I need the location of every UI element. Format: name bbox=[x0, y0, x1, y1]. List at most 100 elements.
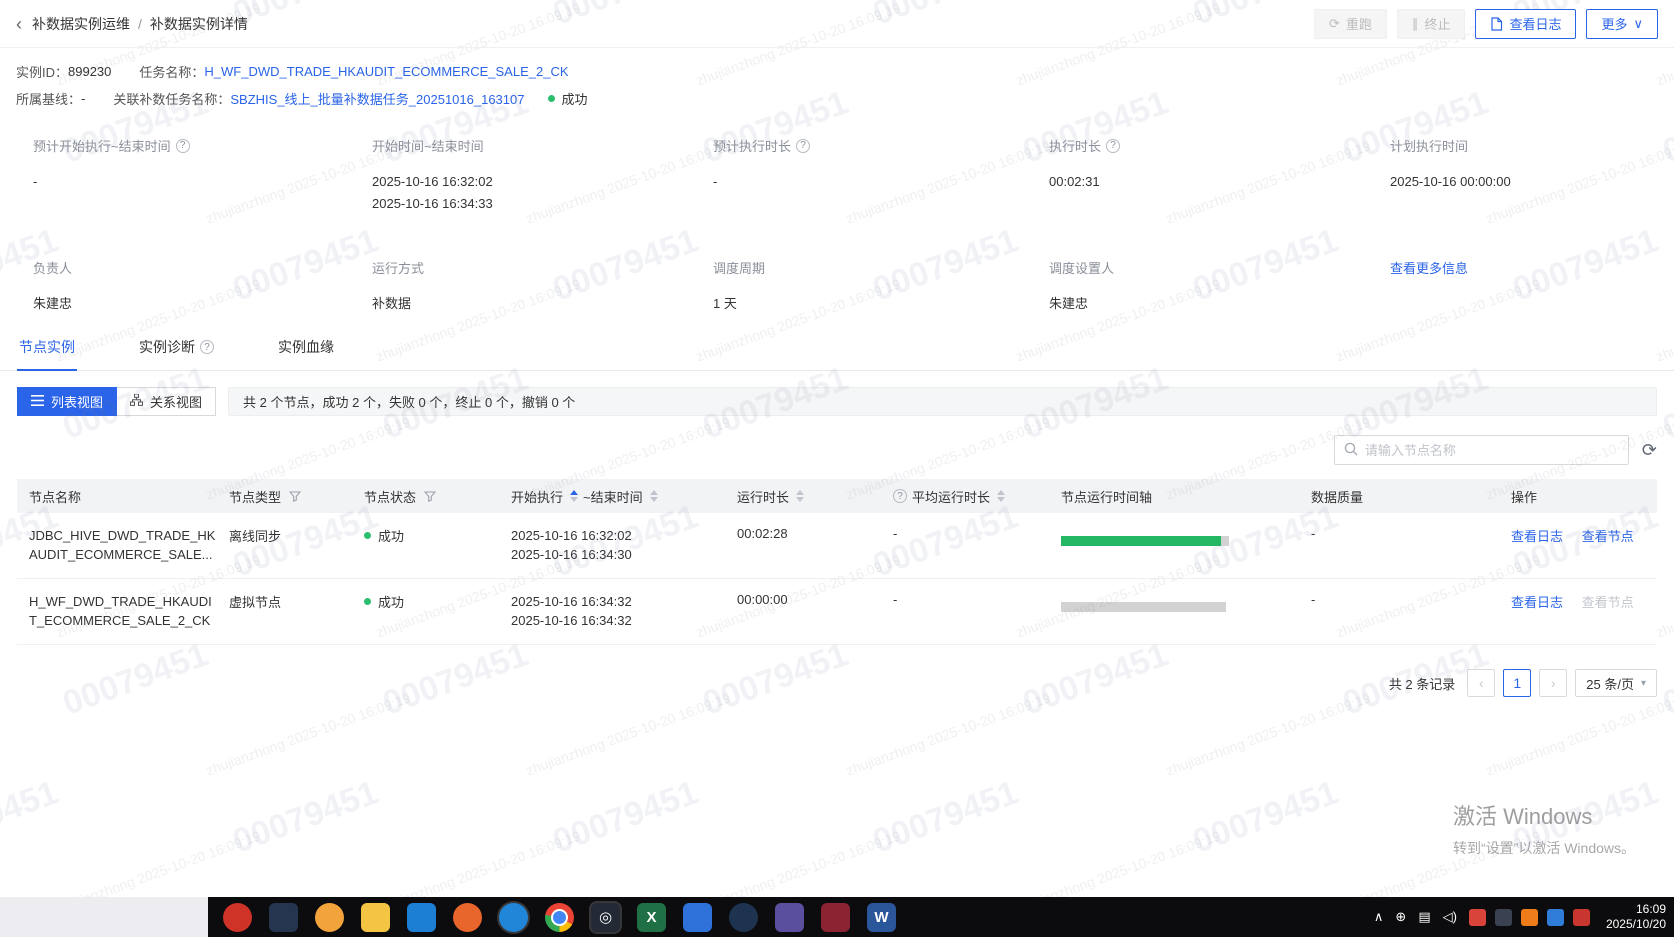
sort-icon[interactable] bbox=[570, 490, 579, 502]
help-icon[interactable]: ? bbox=[200, 340, 214, 354]
edge-icon[interactable] bbox=[499, 902, 528, 932]
run-timeline-bar bbox=[1061, 536, 1229, 546]
firefox-icon[interactable] bbox=[453, 902, 482, 932]
rerun-button[interactable]: ⟳ 重跑 bbox=[1314, 8, 1387, 39]
node-table: 节点名称 节点类型 节点状态 开始执行 ~结束时间 运行时长 ? 平均运行时长 … bbox=[17, 479, 1657, 645]
task-name-link[interactable]: H_WF_DWD_TRADE_HKAUDIT_ECOMMERCE_SALE_2_… bbox=[204, 64, 568, 79]
field-value: 补数据 bbox=[372, 296, 412, 311]
view-log-label: 查看日志 bbox=[1509, 17, 1562, 32]
file-explorer-icon[interactable] bbox=[361, 902, 390, 932]
help-icon[interactable]: ? bbox=[893, 489, 907, 503]
tab-label: 实例诊断 bbox=[139, 339, 195, 355]
app-dark-round-icon[interactable] bbox=[729, 902, 758, 932]
network-icon[interactable]: ⊕ bbox=[1395, 909, 1406, 925]
vscode-icon[interactable] bbox=[407, 902, 436, 932]
back-icon[interactable]: ‹ bbox=[16, 15, 22, 33]
prev-page-button[interactable]: ‹ bbox=[1467, 669, 1496, 697]
node-type: 离线同步 bbox=[229, 529, 282, 544]
view-log-link[interactable]: 查看日志 bbox=[1511, 529, 1563, 544]
field-run-mode: 运行方式 补数据 bbox=[372, 258, 713, 315]
info-panel: 预计开始执行~结束时间? - 开始时间~结束时间 2025-10-16 16:3… bbox=[0, 136, 1674, 315]
view-log-button[interactable]: 查看日志 bbox=[1475, 8, 1577, 39]
watermark-stamp-text: zhujianzhong 2025-10-20 16:09:19 bbox=[1163, 689, 1373, 779]
detail-tabs: 节点实例 实例诊断? 实例血缘 bbox=[0, 329, 1674, 371]
breadcrumb-parent[interactable]: 补数据实例运维 bbox=[32, 14, 130, 34]
tray-app-dark[interactable] bbox=[1494, 908, 1512, 926]
col-duration: 运行时长 bbox=[737, 489, 790, 505]
baseline-label: 所属基线： bbox=[16, 92, 82, 107]
terminate-button[interactable]: ∥ 终止 bbox=[1396, 8, 1466, 39]
sort-icon[interactable] bbox=[649, 490, 658, 502]
col-node-type: 节点类型 bbox=[229, 489, 282, 505]
watermark-stamp-text: zhujianzhong 2025-10-20 16:09:19 bbox=[1653, 827, 1674, 897]
pagination: 共 2 条记录 ‹ 1 › 25 条/页 ▾ bbox=[17, 669, 1657, 697]
filter-icon[interactable] bbox=[424, 490, 437, 502]
tab-instance-lineage[interactable]: 实例血缘 bbox=[276, 329, 336, 370]
col-end-time: ~结束时间 bbox=[583, 489, 643, 505]
col-avg-duration: 平均运行时长 bbox=[912, 489, 991, 505]
node-name: JDBC_HIVE_DWD_TRADE_HKAUDIT_ECOMMERCE_SA… bbox=[29, 528, 216, 562]
field-value: - bbox=[33, 174, 38, 189]
relation-view-button[interactable]: 关系视图 bbox=[117, 387, 217, 416]
node-status: 成功 bbox=[378, 595, 405, 610]
filter-icon[interactable] bbox=[289, 490, 302, 502]
field-owner: 负责人 朱建忠 bbox=[33, 258, 372, 315]
folder-blue-icon[interactable] bbox=[683, 902, 712, 932]
page-number-button[interactable]: 1 bbox=[1503, 669, 1532, 697]
view-log-link[interactable]: 查看日志 bbox=[1511, 595, 1563, 610]
page-header: ‹ 补数据实例运维 / 补数据实例详情 ⟳ 重跑 ∥ 终止 查看日志 更多 ∨ bbox=[0, 0, 1674, 48]
instance-status-badge: 成功 bbox=[548, 89, 587, 108]
node-name: H_WF_DWD_TRADE_HKAUDIT_ECOMMERCE_SALE_2_… bbox=[29, 594, 212, 628]
app-maroon-icon[interactable] bbox=[821, 902, 850, 932]
taskbar-clock[interactable]: 16:09 2025/10/20 bbox=[1606, 902, 1666, 932]
field-more-info: 查看更多信息 bbox=[1390, 258, 1674, 315]
app-red-icon[interactable] bbox=[223, 902, 252, 932]
more-button[interactable]: 更多 ∨ bbox=[1586, 8, 1658, 39]
col-actions: 操作 bbox=[1511, 489, 1538, 505]
view-more-info-link[interactable]: 查看更多信息 bbox=[1390, 258, 1468, 277]
chrome-icon[interactable] bbox=[545, 902, 574, 932]
next-page-button[interactable]: › bbox=[1539, 669, 1568, 697]
data-quality: - bbox=[1311, 592, 1316, 607]
help-icon[interactable]: ? bbox=[175, 138, 190, 153]
node-summary-text: 共 2 个节点，成功 2 个，失败 0 个，终止 0 个，撤销 0 个 bbox=[243, 395, 576, 410]
field-label: 负责人 bbox=[33, 261, 73, 276]
volume-icon[interactable]: ◁) bbox=[1443, 909, 1457, 925]
tray-app-blue[interactable] bbox=[1546, 908, 1564, 926]
wps-icon[interactable] bbox=[315, 902, 344, 932]
field-planned-time: 计划执行时间 2025-10-16 00:00:00 bbox=[1390, 136, 1674, 215]
tray-app-red[interactable] bbox=[1468, 908, 1486, 926]
excel-icon[interactable]: X bbox=[637, 902, 666, 932]
app-violet-icon[interactable] bbox=[775, 902, 804, 932]
tray-app-crimson[interactable] bbox=[1572, 908, 1590, 926]
tab-node-instance[interactable]: 节点实例 bbox=[17, 329, 77, 371]
backfill-task-link[interactable]: SBZHIS_线上_批量补数据任务_20251016_163107 bbox=[230, 89, 524, 108]
record-count: 共 2 条记录 bbox=[1388, 676, 1456, 692]
field-label: 运行方式 bbox=[372, 261, 425, 276]
sort-icon[interactable] bbox=[997, 490, 1006, 502]
app-navy-icon[interactable] bbox=[269, 902, 298, 932]
field-value: - bbox=[713, 174, 718, 189]
tab-instance-diagnosis[interactable]: 实例诊断? bbox=[137, 329, 216, 370]
list-view-button[interactable]: 列表视图 bbox=[17, 387, 118, 416]
page-size-label: 25 条/页 bbox=[1586, 676, 1634, 692]
refresh-icon[interactable]: ⟳ bbox=[1642, 441, 1657, 459]
col-start-time: 开始执行 bbox=[511, 489, 564, 505]
watermark-stamp-text: zhujianzhong 2025-10-20 16:09:19 bbox=[693, 827, 903, 897]
activate-line1: 激活 Windows bbox=[1453, 804, 1593, 829]
help-icon[interactable]: ? bbox=[796, 138, 811, 153]
windows-taskbar: ◎ X W ∧ ⊕ ▤ ◁) 16:09 2025/10/20 bbox=[0, 897, 1674, 937]
touch-keyboard-icon[interactable]: ▤ bbox=[1418, 909, 1430, 925]
hidden-icons-chevron[interactable]: ∧ bbox=[1374, 909, 1384, 925]
tray-app-orange[interactable] bbox=[1520, 908, 1538, 926]
page-size-select[interactable]: 25 条/页 ▾ bbox=[1575, 669, 1657, 697]
node-toolbar: 列表视图 关系视图 共 2 个节点，成功 2 个，失败 0 个，终止 0 个，撤… bbox=[17, 387, 1657, 416]
word-icon[interactable]: W bbox=[867, 902, 896, 932]
view-node-link[interactable]: 查看节点 bbox=[1582, 595, 1634, 610]
sort-icon[interactable] bbox=[796, 490, 805, 502]
help-icon[interactable]: ? bbox=[1106, 138, 1121, 153]
end-time: 2025-10-16 16:34:32 bbox=[511, 613, 632, 628]
node-search-input[interactable] bbox=[1364, 442, 1619, 458]
view-node-link[interactable]: 查看节点 bbox=[1582, 529, 1634, 544]
snipping-tool-icon[interactable]: ◎ bbox=[591, 902, 620, 932]
